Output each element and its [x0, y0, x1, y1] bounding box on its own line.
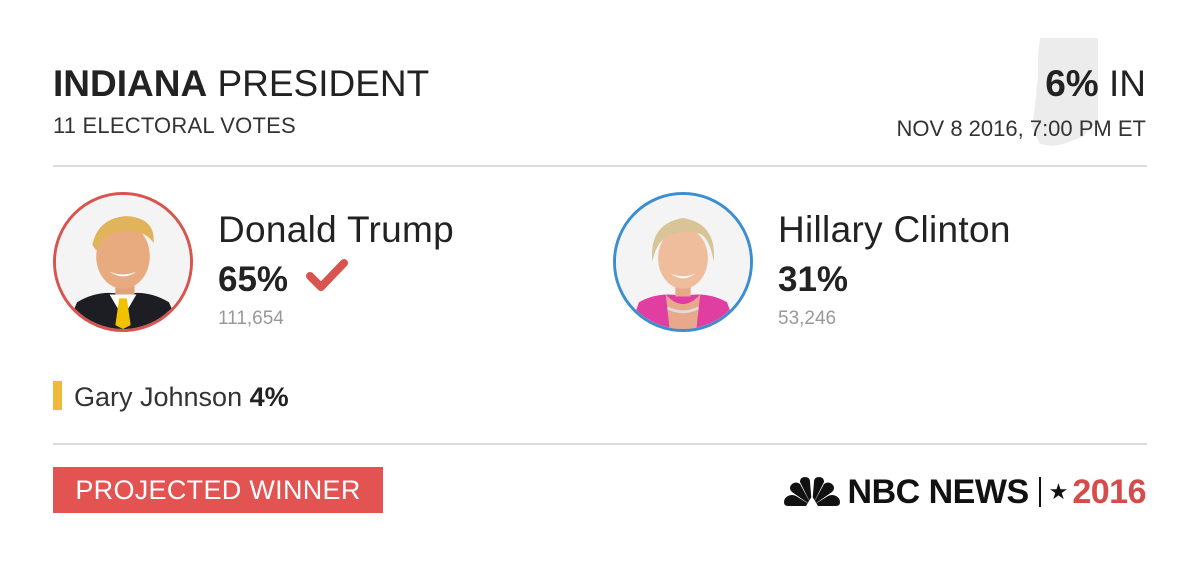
reporting-percent: 6%	[1045, 63, 1099, 104]
candidate-portrait	[613, 192, 753, 332]
candidate-name: Hillary Clinton	[778, 209, 1011, 250]
third-party-percent: 4%	[249, 382, 289, 412]
reporting-suffix: IN	[1109, 63, 1146, 104]
candidate-name: Donald Trump	[218, 209, 454, 250]
candidate-percent: 65%	[218, 260, 289, 299]
candidate-votes: 53,246	[778, 308, 837, 329]
candidate-percent: 31%	[778, 260, 849, 299]
checkmark-icon	[306, 259, 348, 291]
divider	[53, 165, 1147, 167]
projected-winner-badge: PROJECTED WINNER	[53, 467, 383, 513]
timestamp: NOV 8 2016, 7:00 PM ET	[896, 116, 1146, 141]
office-name: PRESIDENT	[217, 63, 430, 104]
reporting-status: 6% IN	[1045, 62, 1146, 106]
logo-separator	[1038, 477, 1041, 507]
star-icon: ★	[1048, 479, 1069, 504]
candidate-portrait	[53, 192, 193, 332]
network-name: NBC NEWS	[847, 472, 1030, 511]
electoral-votes: 11 ELECTORAL VOTES	[53, 113, 296, 138]
third-party-name: Gary Johnson	[74, 382, 243, 412]
election-year: 2016	[1072, 472, 1146, 511]
third-party-color-bar	[53, 381, 62, 410]
third-party-label: Gary Johnson 4%	[74, 382, 289, 413]
candidate-votes: 111,654	[218, 308, 284, 329]
state-name: INDIANA	[53, 63, 208, 104]
nbc-news-logo: NBC NEWS ★ 2016	[783, 472, 1146, 511]
divider	[53, 443, 1147, 445]
nbc-peacock-icon	[783, 477, 840, 506]
page-title: INDIANA PRESIDENT	[53, 62, 429, 106]
